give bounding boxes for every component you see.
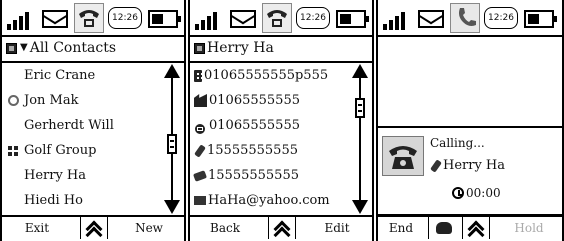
call-timer: 00:00 — [452, 186, 501, 200]
page-title: All Contacts — [29, 40, 116, 56]
list-item[interactable]: Golf Group — [2, 138, 162, 163]
speaker-icon — [436, 222, 452, 234]
contact-detail-list: 01065555555p555 01065555555 01065555555 … — [190, 63, 354, 213]
mobile-icon — [194, 143, 206, 158]
new-button[interactable]: New — [114, 217, 184, 239]
factory-icon — [194, 94, 207, 107]
telephone-icon — [382, 136, 424, 176]
screens-strip: 12:26 ▼ All Contacts Eric Crane Jon Mak … — [0, 0, 564, 241]
exit-button[interactable]: Exit — [2, 217, 72, 239]
softkey-bar: Exit New — [2, 215, 184, 241]
message-icon[interactable] — [230, 10, 256, 28]
mobile-icon — [430, 158, 442, 173]
detail-value: 15555555555 — [208, 168, 299, 183]
list-item[interactable]: Hiedi Ho — [2, 188, 162, 213]
status-bar: 12:26 — [378, 0, 562, 37]
list-item[interactable]: Herry Ha — [2, 163, 162, 188]
phone-app-icon[interactable] — [262, 3, 292, 33]
detail-value: 01065555555 — [209, 93, 300, 108]
callee-name: Herry Ha — [430, 158, 505, 173]
contact-name: Jon Mak — [24, 93, 79, 108]
list-item[interactable]: Gerherdt Will — [2, 113, 162, 138]
menu-up-button[interactable] — [80, 217, 108, 241]
building-icon — [194, 69, 202, 82]
detail-value: 01065555555 — [209, 118, 300, 133]
chevron-down-icon: ▼ — [20, 42, 28, 53]
scroll-thumb[interactable] — [355, 98, 365, 119]
contact-name: Hiedi Ho — [24, 193, 83, 208]
signal-strength-icon — [7, 10, 37, 30]
person-icon — [8, 94, 19, 106]
page-title: Herry Ha — [207, 40, 274, 56]
clock: 12:26 — [484, 7, 518, 29]
scroll-down-arrow-icon[interactable] — [164, 200, 180, 214]
contact-name: Golf Group — [24, 143, 97, 158]
detail-value: 01065555555p555 — [204, 68, 329, 83]
title-bar: Herry Ha — [190, 37, 372, 63]
handset-icon — [194, 119, 207, 134]
contacts-filter-dropdown[interactable]: ▼ All Contacts — [6, 39, 116, 57]
list-item[interactable]: 01065555555p555 — [190, 63, 354, 88]
softkey-bar: Back Edit — [190, 215, 372, 241]
list-item[interactable]: HaHa@yahoo.com — [190, 188, 354, 213]
contact-name: Herry Ha — [24, 168, 87, 183]
scroll-down-arrow-icon[interactable] — [352, 200, 368, 214]
list-item[interactable]: Jon Mak — [2, 88, 162, 113]
softkey-bar: End Hold — [378, 215, 562, 241]
detail-value: 15555555555 — [207, 143, 298, 158]
battery-icon — [524, 10, 557, 28]
contact-card-icon — [194, 42, 205, 54]
status-bar: 12:26 — [2, 0, 184, 37]
list-item[interactable]: 01065555555 — [190, 88, 354, 113]
menu-up-button[interactable] — [268, 217, 296, 241]
title-bar: ▼ All Contacts — [2, 37, 184, 63]
scroll-thumb[interactable] — [167, 134, 177, 155]
clock-icon — [452, 187, 464, 199]
active-call-icon[interactable] — [450, 3, 480, 33]
signal-strength-icon — [383, 10, 413, 30]
contact-list: Eric Crane Jon Mak Gerherdt Will Golf Gr… — [2, 63, 162, 213]
phone-app-icon[interactable] — [74, 3, 104, 33]
hold-button[interactable]: Hold — [496, 217, 562, 239]
contacts-list-screen: 12:26 ▼ All Contacts Eric Crane Jon Mak … — [0, 0, 186, 241]
speaker-button[interactable] — [428, 217, 460, 239]
mail-icon — [194, 196, 206, 205]
status-bar: 12:26 — [190, 0, 372, 37]
calling-screen: 12:26 Calling... Herry Ha 00:00 End Hold — [376, 0, 564, 241]
message-icon[interactable] — [42, 10, 68, 28]
contact-detail-screen: 12:26 Herry Ha 01065555555p555 010655555… — [188, 0, 374, 241]
end-call-button[interactable]: End — [378, 217, 424, 239]
call-status: Calling... — [430, 136, 485, 150]
signal-strength-icon — [195, 10, 225, 30]
edit-button[interactable]: Edit — [302, 217, 372, 239]
clock: 12:26 — [296, 7, 330, 29]
mobile2-icon — [192, 169, 208, 182]
back-button[interactable]: Back — [190, 217, 260, 239]
call-panel: Calling... Herry Ha 00:00 — [378, 126, 562, 216]
list-item[interactable]: 15555555555 — [190, 163, 354, 188]
address-book-icon — [6, 42, 17, 54]
detail-value: HaHa@yahoo.com — [208, 193, 330, 208]
group-icon — [8, 145, 18, 156]
message-icon[interactable] — [418, 10, 444, 28]
list-item[interactable]: Eric Crane — [2, 63, 162, 88]
scrollbar[interactable] — [352, 64, 368, 214]
battery-icon — [336, 10, 369, 28]
list-item[interactable]: 01065555555 — [190, 113, 354, 138]
scrollbar[interactable] — [164, 64, 180, 214]
menu-up-button[interactable] — [462, 217, 490, 241]
contact-name: Eric Crane — [24, 68, 96, 83]
clock: 12:26 — [108, 7, 142, 29]
list-item[interactable]: 15555555555 — [190, 138, 354, 163]
battery-icon — [148, 10, 181, 28]
contact-name: Gerherdt Will — [24, 118, 114, 133]
